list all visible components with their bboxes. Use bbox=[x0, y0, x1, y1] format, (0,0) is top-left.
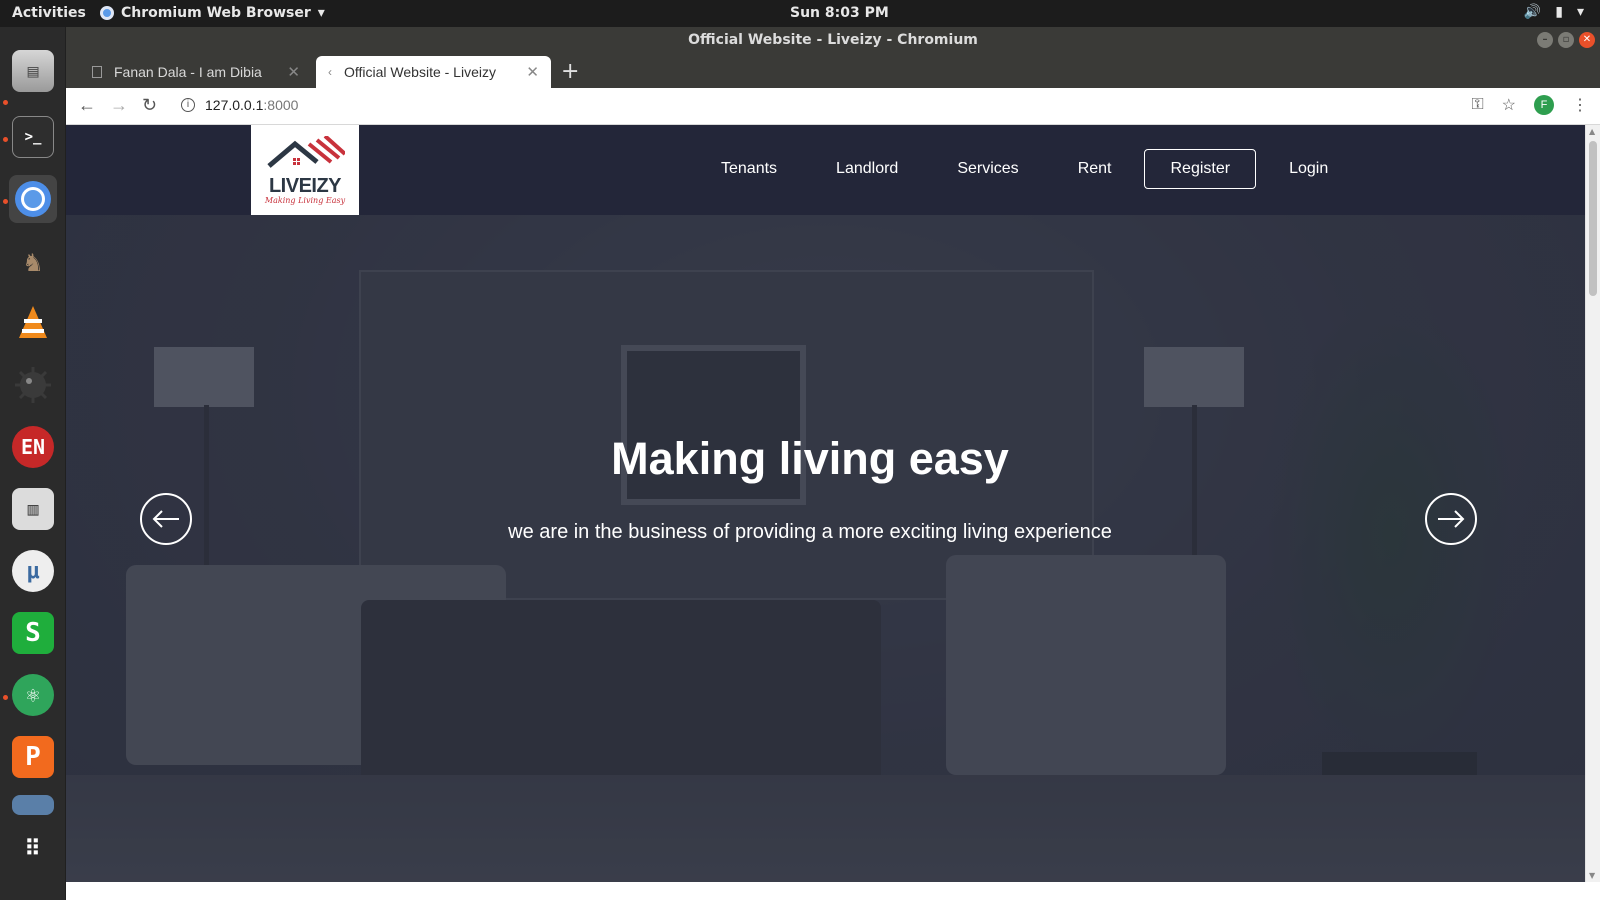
battery-icon[interactable]: ▮ bbox=[1555, 4, 1563, 20]
activities-button[interactable]: Activities bbox=[12, 5, 86, 21]
carousel-prev-button[interactable] bbox=[140, 493, 192, 545]
nav-tenants[interactable]: Tenants bbox=[721, 150, 777, 188]
running-indicator bbox=[3, 137, 8, 142]
app-menu[interactable]: Chromium Web Browser ▾ bbox=[100, 5, 325, 21]
address-bar[interactable]: i 127.0.0.1:8000 bbox=[181, 97, 298, 113]
volume-icon[interactable]: 🔊 bbox=[1524, 4, 1541, 20]
window-title: Official Website - Liveizy - Chromium bbox=[688, 32, 978, 48]
dock-item-dictionary[interactable]: EN bbox=[9, 423, 57, 471]
maximize-button[interactable]: ▫ bbox=[1558, 32, 1574, 48]
presentation-icon: P bbox=[12, 736, 54, 778]
reload-button[interactable]: ↻ bbox=[142, 95, 157, 116]
menu-icon[interactable]: ⋮ bbox=[1572, 95, 1588, 115]
dock-item-vlc[interactable] bbox=[9, 299, 57, 347]
site-logo[interactable]: LIVEIZY Making Living Easy bbox=[251, 125, 359, 215]
arrow-left-icon bbox=[152, 510, 179, 528]
minimize-button[interactable]: – bbox=[1537, 32, 1553, 48]
forward-button[interactable]: → bbox=[110, 95, 128, 116]
star-icon[interactable]: ☆ bbox=[1502, 95, 1516, 115]
mines-icon bbox=[12, 364, 54, 406]
url-host: 127.0.0.1 bbox=[205, 97, 264, 113]
close-window-button[interactable]: ✕ bbox=[1579, 32, 1595, 48]
logo-tagline: Making Living Easy bbox=[264, 195, 346, 205]
new-tab-button[interactable]: + bbox=[561, 59, 579, 84]
chevron-down-icon[interactable]: ▾ bbox=[1577, 4, 1584, 20]
hero-section: Making living easy we are in the busines… bbox=[66, 125, 1585, 882]
tab-liveizy[interactable]: ‹ Official Website - Liveizy ✕ bbox=[316, 56, 551, 88]
dock: ▤ >_ ♞ EN ▥ μ S ⚛ P ⠿ bbox=[0, 27, 66, 900]
app-menu-label: Chromium Web Browser bbox=[121, 5, 311, 21]
scroll-up-icon[interactable]: ▲ bbox=[1589, 127, 1595, 136]
url-port: :8000 bbox=[263, 97, 299, 113]
gimp-icon: ♞ bbox=[24, 244, 42, 278]
register-button[interactable]: Register bbox=[1144, 149, 1257, 189]
dock-item-terminal[interactable]: >_ bbox=[9, 113, 57, 161]
tab-title: Official Website - Liveizy bbox=[344, 64, 496, 80]
site-navbar: LIVEIZY Making Living Easy Tenants Landl… bbox=[66, 125, 1585, 215]
atom-icon: ⚛ bbox=[12, 674, 54, 716]
mu-editor-icon: μ bbox=[12, 550, 54, 592]
hero-title: Making living easy bbox=[611, 433, 1009, 484]
dock-item-mixer[interactable]: ▥ bbox=[9, 485, 57, 533]
folder-icon bbox=[12, 795, 54, 815]
system-tray[interactable]: 🔊 ▮ ▾ bbox=[1524, 4, 1584, 20]
dock-item-files[interactable]: ▤ bbox=[9, 47, 57, 95]
spreadsheet-icon: S bbox=[12, 612, 54, 654]
running-indicator bbox=[3, 100, 8, 105]
window-controls: – ▫ ✕ bbox=[1537, 32, 1595, 48]
mixer-icon: ▥ bbox=[12, 488, 54, 530]
dock-item-spreadsheet[interactable]: S bbox=[9, 609, 57, 657]
files-icon: ▤ bbox=[12, 50, 54, 92]
carousel-next-button[interactable] bbox=[1425, 493, 1477, 545]
login-link[interactable]: Login bbox=[1289, 150, 1328, 188]
window-title-bar[interactable]: Official Website - Liveizy - Chromium – … bbox=[66, 27, 1600, 54]
scroll-down-icon[interactable]: ▼ bbox=[1589, 871, 1595, 880]
show-apps-button[interactable]: ⠿ bbox=[9, 825, 57, 873]
nav-services[interactable]: Services bbox=[957, 150, 1018, 188]
arrow-right-icon bbox=[1438, 510, 1465, 528]
chromium-icon bbox=[100, 6, 114, 20]
dock-item-mu-editor[interactable]: μ bbox=[9, 547, 57, 595]
dock-item-gimp[interactable]: ♞ bbox=[9, 237, 57, 285]
tab-fanan-dala[interactable]: Fanan Dala - I am Dibia ✕ bbox=[80, 56, 312, 88]
nav-landlord[interactable]: Landlord bbox=[836, 150, 898, 188]
hero-subtitle: we are in the business of providing a mo… bbox=[508, 521, 1112, 543]
chevron-down-icon: ▾ bbox=[317, 5, 325, 21]
back-button[interactable]: ← bbox=[78, 95, 96, 116]
dock-item-mines[interactable] bbox=[9, 361, 57, 409]
system-top-bar: Activities Chromium Web Browser ▾ Sun 8:… bbox=[0, 0, 1600, 27]
close-icon[interactable]: ✕ bbox=[287, 63, 300, 81]
close-icon[interactable]: ✕ bbox=[526, 63, 539, 81]
clock[interactable]: Sun 8:03 PM bbox=[790, 5, 889, 21]
chromium-icon bbox=[12, 178, 54, 220]
hero-overlay bbox=[66, 125, 1585, 882]
info-icon[interactable]: i bbox=[181, 98, 195, 112]
dictionary-icon: EN bbox=[12, 426, 54, 468]
page-icon bbox=[92, 66, 102, 78]
page-scrollbar[interactable]: ▲ ▼ bbox=[1585, 125, 1600, 882]
browser-toolbar: ← → ↻ i 127.0.0.1:8000 ⚿ ☆ F ⋮ bbox=[66, 88, 1600, 125]
scroll-thumb[interactable] bbox=[1589, 141, 1597, 296]
running-indicator bbox=[3, 199, 8, 204]
running-indicator bbox=[3, 695, 8, 700]
dock-item-atom[interactable]: ⚛ bbox=[9, 671, 57, 719]
terminal-icon: >_ bbox=[12, 116, 54, 158]
dock-item-chromium[interactable] bbox=[9, 175, 57, 223]
loading-icon: ‹ bbox=[328, 65, 332, 79]
key-icon[interactable]: ⚿ bbox=[1471, 96, 1483, 114]
vlc-icon bbox=[12, 302, 54, 344]
nav-rent[interactable]: Rent bbox=[1078, 150, 1112, 188]
site-nav: Tenants Landlord Services Rent Register … bbox=[721, 149, 1328, 189]
tab-title: Fanan Dala - I am Dibia bbox=[114, 64, 262, 80]
profile-avatar[interactable]: F bbox=[1534, 95, 1554, 115]
dock-item-presentation[interactable]: P bbox=[9, 733, 57, 781]
tab-strip: Fanan Dala - I am Dibia ✕ ‹ Official Web… bbox=[66, 54, 1600, 88]
page-bottom-area bbox=[66, 882, 1600, 900]
show-apps-icon: ⠿ bbox=[24, 836, 42, 862]
page-viewport: Making living easy we are in the busines… bbox=[66, 125, 1585, 882]
toolbar-actions: ⚿ ☆ F ⋮ bbox=[1471, 95, 1588, 115]
logo-name: LIVEIZY bbox=[268, 174, 342, 197]
dock-item-folder[interactable] bbox=[9, 795, 57, 815]
